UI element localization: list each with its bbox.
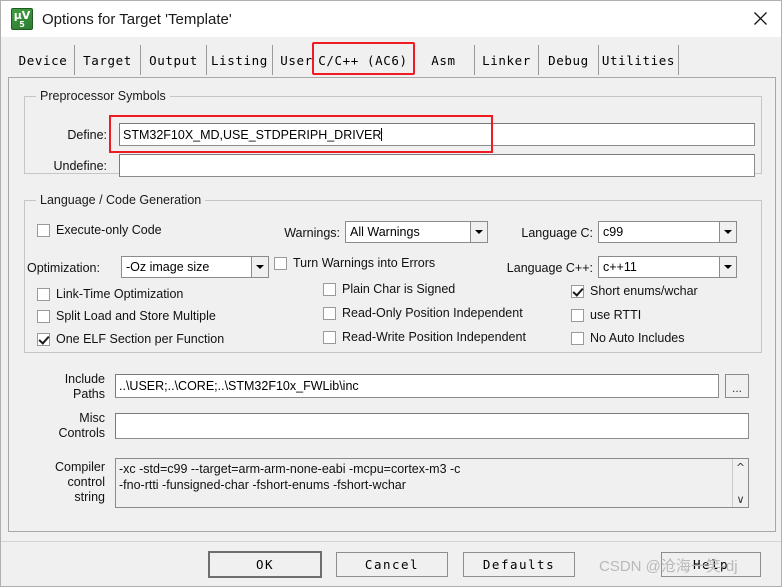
checkbox-label: Execute-only Code [56,223,162,237]
ok-button[interactable]: OK [208,551,322,578]
checkbox-label: One ELF Section per Function [56,332,225,346]
include-paths-browse-button[interactable]: ... [725,374,749,398]
tab-c-c++-ac6[interactable]: C/C++ (AC6) [314,45,413,75]
compiler-label-line3: string [74,490,105,504]
read-write-position-independent-checkbox[interactable]: Read-Write Position Independent [323,330,526,344]
options-dialog: µV 5 Options for Target 'Template' Device… [0,0,782,587]
define-input[interactable]: STM32F10X_MD,USE_STDPERIPH_DRIVER [119,123,755,146]
checkbox-box [274,256,287,270]
checkbox-box [323,306,336,320]
language-cpp-label: Language C++: [506,261,593,275]
tab-panel-cpp: Preprocessor Symbols Define: STM32F10X_M… [8,77,776,532]
compiler-label-line2: control [67,475,105,489]
tab-output[interactable]: Output [141,45,207,75]
tab-debug[interactable]: Debug [539,45,599,75]
preprocessor-group-title: Preprocessor Symbols [36,89,170,103]
window-title: Options for Target 'Template' [42,10,232,28]
include-paths-label-line2: Paths [73,387,105,401]
language-group-title: Language / Code Generation [36,193,206,207]
checkbox-label: No Auto Includes [590,331,685,345]
language-c-label: Language C: [521,226,593,240]
language-c-value: c99 [603,225,624,239]
define-label: Define: [67,128,107,142]
language-cpp-select[interactable]: c++11 [598,256,737,278]
close-icon [753,11,767,25]
help-button[interactable]: Help [661,552,761,577]
define-value: STM32F10X_MD,USE_STDPERIPH_DRIVER [123,127,382,142]
checkbox-box [37,223,50,237]
tab-device[interactable]: Device [11,45,75,75]
checkbox-label: use RTTI [590,308,642,322]
read-only-position-independent-checkbox[interactable]: Read-Only Position Independent [323,306,523,320]
compiler-string-line-1: -xc -std=c99 --target=arm-arm-none-eabi … [119,462,461,476]
optimization-label: Optimization: [27,261,100,275]
include-paths-value: ..\USER;..\CORE;..\STM32F10x_FWLib\inc [119,379,359,393]
cancel-button[interactable]: Cancel [336,552,448,577]
checkbox-box [571,331,584,345]
tab-utilities[interactable]: Utilities [599,45,679,75]
include-paths-input[interactable]: ..\USER;..\CORE;..\STM32F10x_FWLib\inc [115,374,719,398]
chevron-down-icon[interactable]: ∨ [733,491,748,507]
keil-uvision-icon: µV 5 [11,8,33,30]
split-load-store-checkbox[interactable]: Split Load and Store Multiple [37,309,216,323]
compiler-label-line1: Compiler [54,460,105,474]
misc-controls-label-line2: Controls [58,426,105,440]
checkbox-label: Read-Write Position Independent [342,330,526,344]
checkbox-box [37,332,50,346]
close-button[interactable] [737,1,781,35]
optimization-select[interactable]: -Oz image size [121,256,269,278]
compiler-string-scrollbar[interactable]: ^ ∨ [732,459,748,507]
short-enums-wchar-checkbox[interactable]: Short enums/wchar [571,284,698,298]
tab-target[interactable]: Target [75,45,141,75]
undefine-input[interactable] [119,154,755,177]
tab-linker[interactable]: Linker [475,45,539,75]
checkbox-box [571,284,584,298]
no-auto-includes-checkbox[interactable]: No Auto Includes [571,331,685,345]
optimization-value: -Oz image size [126,260,210,274]
chevron-down-icon[interactable] [251,257,268,277]
execute-only-code-checkbox[interactable]: Execute-only Code [37,223,162,237]
chevron-down-icon[interactable] [719,222,736,242]
checkbox-box [37,309,50,323]
checkbox-label: Read-Only Position Independent [342,306,523,320]
compiler-control-string-textarea[interactable]: -xc -std=c99 --target=arm-arm-none-eabi … [115,458,749,508]
undefine-label: Undefine: [53,159,107,173]
title-bar: µV 5 Options for Target 'Template' [1,1,781,37]
plain-char-is-signed-checkbox[interactable]: Plain Char is Signed [323,282,455,296]
tab-strip: Device Target Output Listing User C/C++ (AC6)… [1,45,781,79]
checkbox-label: Split Load and Store Multiple [56,309,216,323]
defaults-button[interactable]: Defaults [463,552,575,577]
checkbox-label: Short enums/wchar [590,284,698,298]
misc-controls-input[interactable] [115,413,749,439]
footer-divider [1,541,781,542]
use-rtti-checkbox[interactable]: use RTTI [571,308,641,322]
misc-controls-label-line1: Misc [79,411,105,425]
tab-listing[interactable]: Listing [207,45,273,75]
text-caret [381,128,383,141]
compiler-string-line-2: -fno-rtti -funsigned-char -fshort-enums … [119,478,406,492]
chevron-up-icon[interactable]: ^ [733,459,748,475]
checkbox-box [571,308,584,322]
checkbox-label: Turn Warnings into Errors [293,256,436,270]
checkbox-box [37,287,50,301]
checkbox-box [323,282,336,296]
browse-ellipsis-icon: ... [731,381,742,395]
language-c-select[interactable]: c99 [598,221,737,243]
warnings-label: Warnings: [284,226,340,240]
one-elf-section-checkbox[interactable]: One ELF Section per Function [37,332,224,346]
link-time-optimization-checkbox[interactable]: Link-Time Optimization [37,287,183,301]
checkbox-box [323,330,336,344]
tab-asm[interactable]: Asm [413,45,475,75]
language-cpp-value: c++11 [603,260,637,274]
checkbox-label: Plain Char is Signed [342,282,456,296]
include-paths-label-line1: Include [64,372,105,386]
chevron-down-icon[interactable] [719,257,736,277]
checkbox-label: Link-Time Optimization [56,287,184,301]
turn-warnings-into-errors-checkbox[interactable]: Turn Warnings into Errors [274,256,435,270]
